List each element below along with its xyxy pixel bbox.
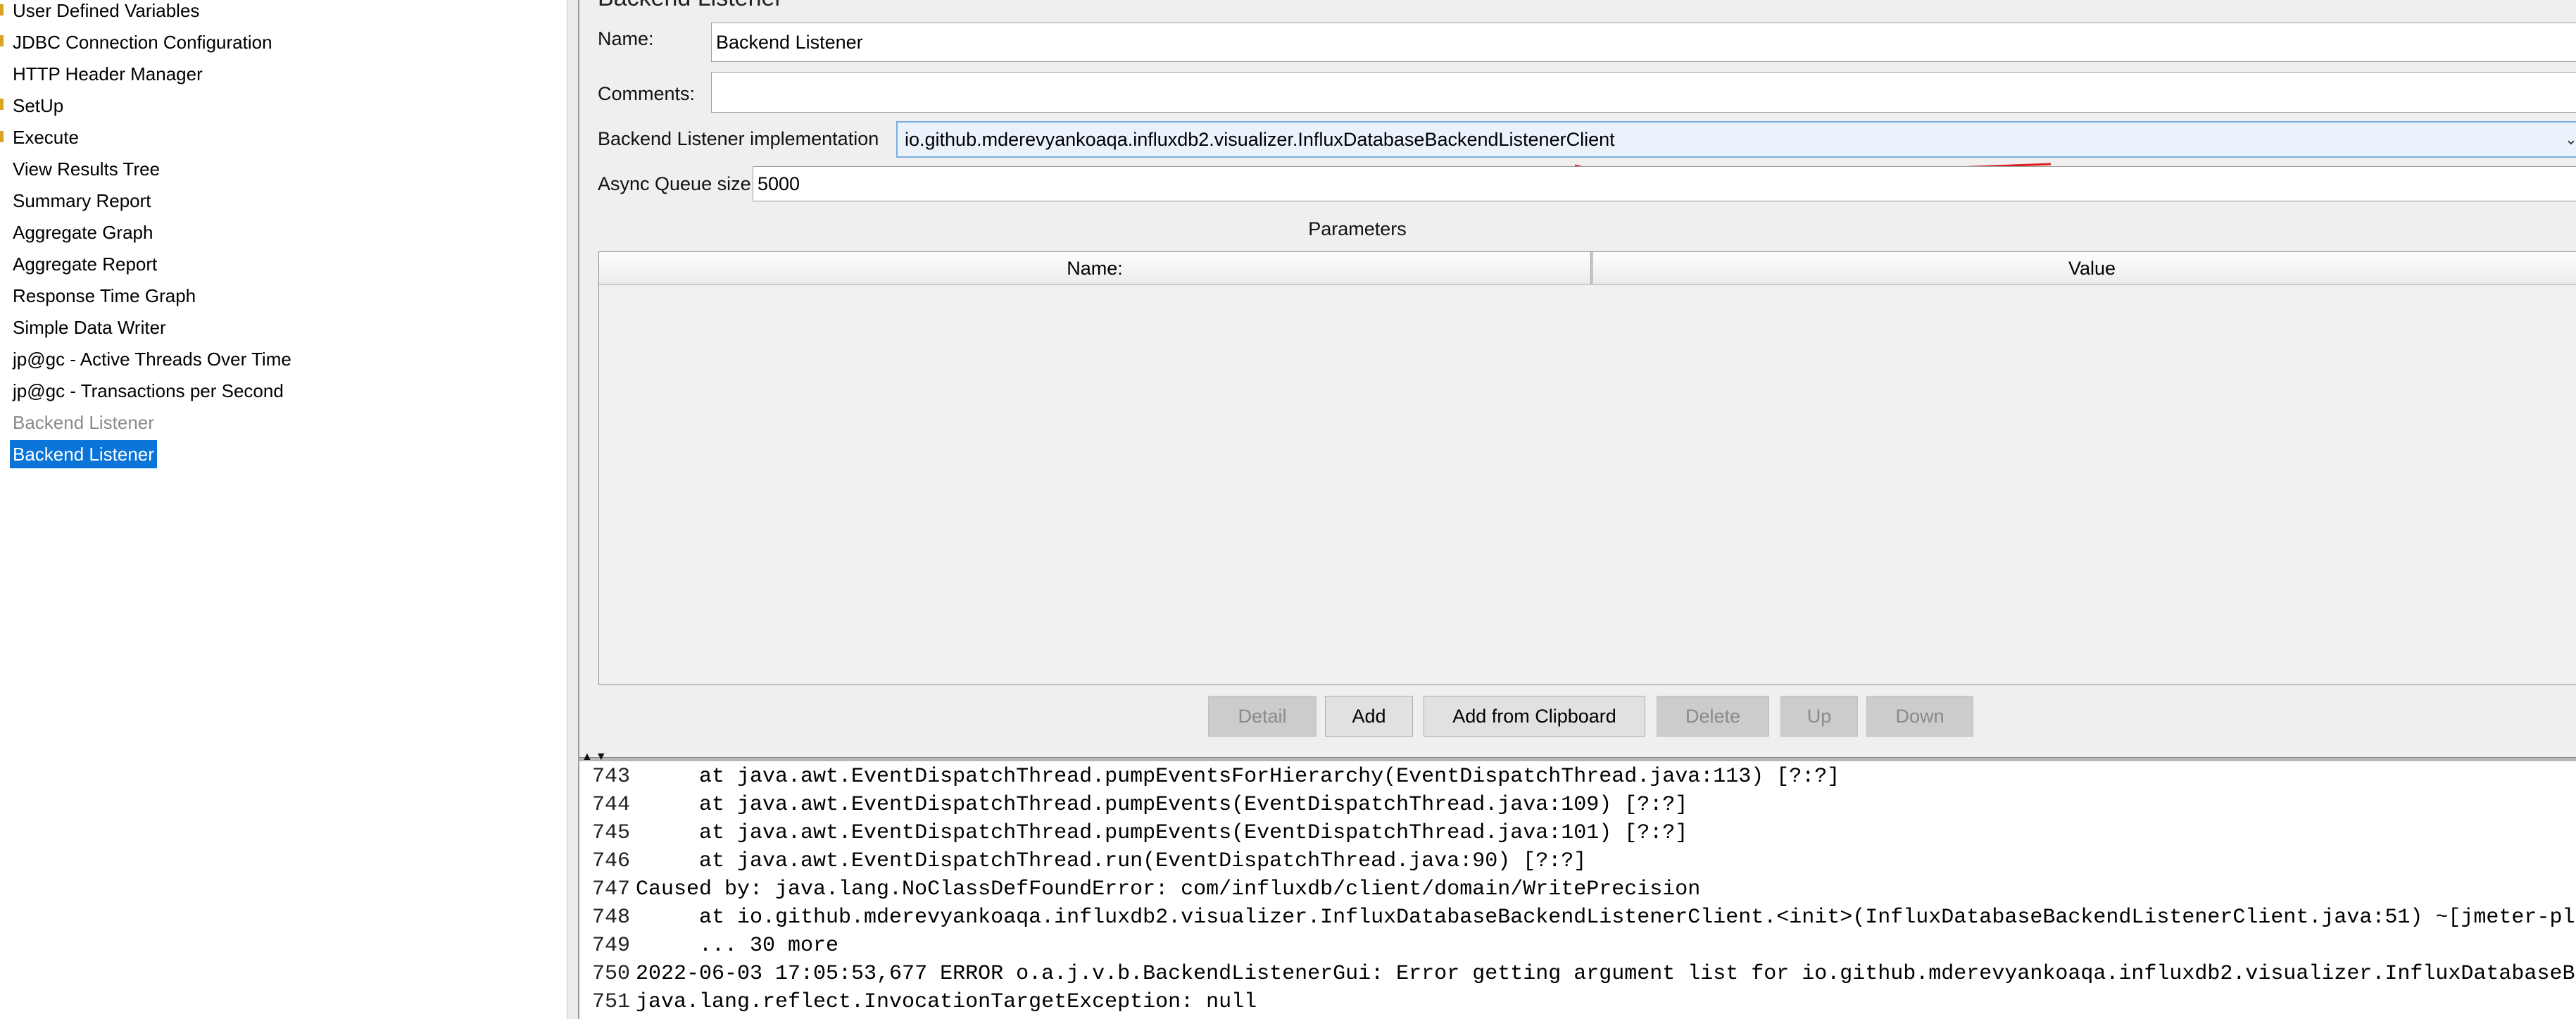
log-line-text: Caused by: java.lang.NoClassDefFoundErro… — [636, 877, 1701, 901]
down-button[interactable]: Down — [1866, 696, 1973, 737]
log-line-text: at java.awt.EventDispatchThread.pumpEven… — [636, 793, 1688, 817]
tree-connector-marker — [0, 35, 4, 46]
async-queue-size-field[interactable] — [753, 166, 2576, 201]
name-label: Name: — [598, 28, 654, 49]
tree-item-view-results-tree[interactable]: View Results Tree — [10, 155, 163, 183]
tree-connector-marker — [0, 99, 4, 110]
log-line: 751 java.lang.reflect.InvocationTargetExc… — [579, 988, 1257, 1016]
log-line-text: ... 30 more — [636, 934, 839, 958]
tree-item-setup[interactable]: SetUp — [10, 92, 66, 120]
log-line-number: 748 — [591, 906, 630, 930]
async-queue-size-label: Async Queue size — [598, 173, 751, 194]
tree-connector-marker — [0, 131, 4, 142]
tree-connector-marker — [0, 4, 4, 15]
log-line-number: 745 — [591, 821, 630, 845]
log-line-text: at java.awt.EventDispatchThread.pumpEven… — [636, 821, 1688, 845]
log-line-number: 749 — [591, 934, 630, 958]
panel-title: Backend Listener — [598, 0, 783, 12]
log-line-text: at java.awt.EventDispatchThread.run(Even… — [636, 849, 1587, 873]
tree-item-active-threads-over-time[interactable]: jp@gc - Active Threads Over Time — [10, 345, 294, 373]
log-line: 749 ... 30 more — [579, 932, 838, 960]
log-line-text: at java.awt.EventDispatchThread.pumpEven… — [636, 765, 1840, 789]
parameters-table[interactable]: Name: Value — [598, 251, 2576, 685]
tree-item-jdbc-connection-configuration[interactable]: JDBC Connection Configuration — [10, 28, 275, 56]
log-line: 748 at io.github.mderevyankoaqa.influxdb… — [579, 904, 2576, 932]
tree-item-backend-listener-selected[interactable]: Backend Listener — [10, 440, 157, 468]
implementation-combobox[interactable]: io.github.mderevyankoaqa.influxdb2.visua… — [896, 121, 2576, 158]
add-button[interactable]: Add — [1325, 696, 1413, 737]
log-line-number: 751 — [591, 990, 630, 1014]
comments-field[interactable] — [711, 72, 2576, 113]
log-line: 745 at java.awt.EventDispatchThread.pump… — [579, 819, 1688, 847]
implementation-label: Backend Listener implementation — [598, 128, 879, 149]
name-field[interactable] — [711, 23, 2576, 62]
tree-item-simple-data-writer[interactable]: Simple Data Writer — [10, 313, 169, 342]
tree-item-transactions-per-second[interactable]: jp@gc - Transactions per Second — [10, 377, 287, 405]
log-line-number: 746 — [591, 849, 630, 873]
tree-item-execute[interactable]: Execute — [10, 123, 82, 151]
log-line-text: 2022-06-03 17:05:53,677 ERROR o.a.j.v.b.… — [636, 962, 2576, 986]
test-plan-tree: User Defined Variables JDBC Connection C… — [0, 0, 567, 1019]
log-line-number: 747 — [591, 877, 630, 901]
log-line-number: 744 — [591, 793, 630, 817]
tree-item-aggregate-report[interactable]: Aggregate Report — [10, 250, 160, 278]
tree-item-user-defined-variables[interactable]: User Defined Variables — [10, 0, 202, 25]
log-line-text: at io.github.mderevyankoaqa.influxdb2.vi… — [636, 906, 2576, 930]
tree-item-http-header-manager[interactable]: HTTP Header Manager — [10, 60, 206, 88]
log-line: 746 at java.awt.EventDispatchThread.run(… — [579, 847, 1586, 875]
log-line: 747 Caused by: java.lang.NoClassDefFoundE… — [579, 875, 1700, 904]
tree-item-response-time-graph[interactable]: Response Time Graph — [10, 282, 199, 310]
column-header-value[interactable]: Value — [1591, 252, 2576, 285]
log-line-text: java.lang.reflect.InvocationTargetExcept… — [636, 990, 1257, 1014]
detail-button[interactable]: Detail — [1208, 696, 1317, 737]
log-line: 750 2022-06-03 17:05:53,677 ERROR o.a.j.v… — [579, 960, 2576, 988]
tree-item-summary-report[interactable]: Summary Report — [10, 187, 154, 215]
backend-listener-config-panel: Backend Listener Name: Comments: Backend… — [579, 0, 2576, 757]
up-button[interactable]: Up — [1780, 696, 1858, 737]
add-from-clipboard-button[interactable]: Add from Clipboard — [1424, 696, 1645, 737]
parameters-caption: Parameters — [1308, 218, 1407, 239]
panel-splitter[interactable] — [567, 0, 579, 1019]
log-viewer[interactable]: 743 at java.awt.EventDispatchThread.pump… — [579, 761, 2576, 1019]
log-line-number: 743 — [591, 765, 630, 789]
implementation-value: io.github.mderevyankoaqa.influxdb2.visua… — [905, 129, 1615, 150]
chevron-down-icon[interactable]: ⌄ — [2561, 123, 2576, 156]
log-line: 744 at java.awt.EventDispatchThread.pump… — [579, 791, 1688, 819]
column-header-name[interactable]: Name: — [599, 252, 1591, 285]
tree-item-backend-listener-disabled[interactable]: Backend Listener — [10, 408, 157, 437]
log-line: 743 at java.awt.EventDispatchThread.pump… — [579, 763, 1840, 791]
log-line-number: 750 — [591, 962, 630, 986]
tree-item-aggregate-graph[interactable]: Aggregate Graph — [10, 218, 156, 246]
delete-button[interactable]: Delete — [1657, 696, 1769, 737]
comments-label: Comments: — [598, 83, 696, 104]
